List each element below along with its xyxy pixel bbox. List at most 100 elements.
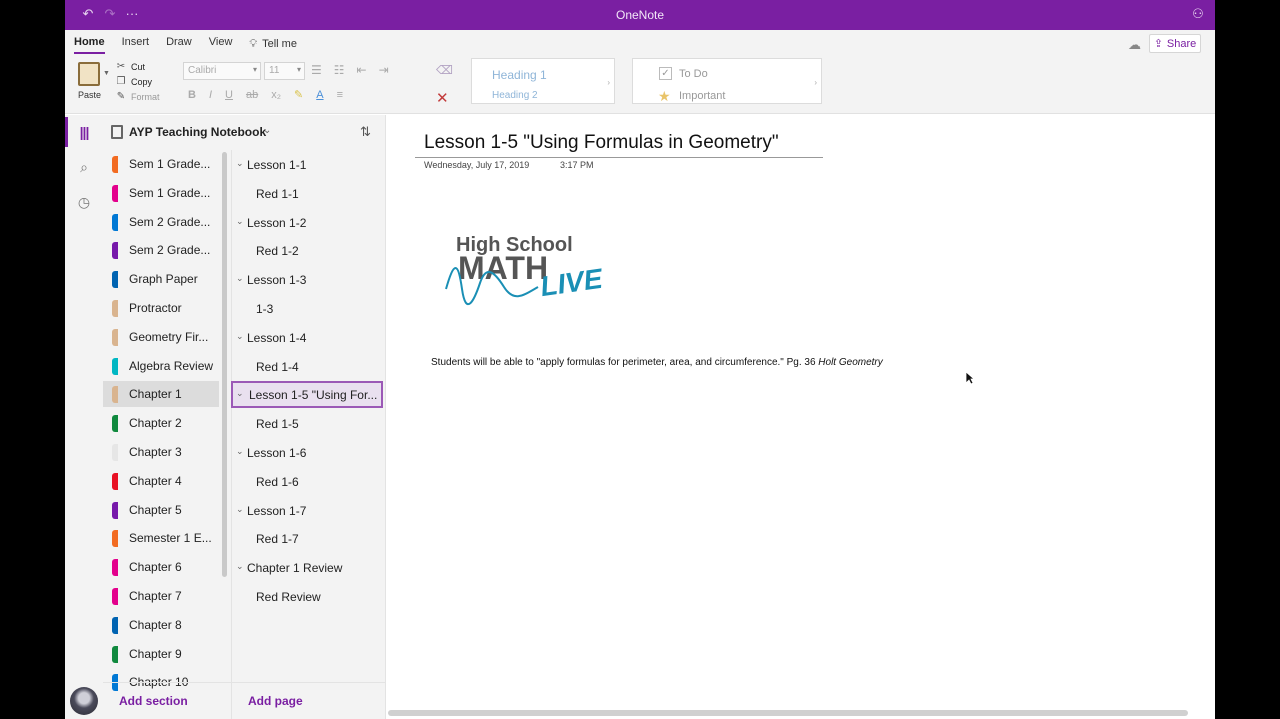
page-item[interactable]: Red Review xyxy=(231,583,383,610)
outdent-icon[interactable]: ⇤ xyxy=(357,63,367,77)
notebook-header[interactable]: AYP Teaching Notebook ⌄ ⇅ xyxy=(103,115,385,150)
format-painter-button[interactable]: ✎ Format xyxy=(115,91,160,102)
font-color-icon[interactable]: A xyxy=(316,89,323,101)
page-item[interactable]: Red 1-4 xyxy=(231,353,383,380)
underline-icon[interactable]: U xyxy=(225,89,233,101)
section-item[interactable]: Chapter 8 xyxy=(103,612,219,638)
tags-gallery[interactable]: ✓ To Do ★ Important › xyxy=(632,58,822,104)
italic-icon[interactable]: I xyxy=(209,89,212,101)
eraser-icon[interactable]: ⌫ xyxy=(436,63,453,77)
style-heading1[interactable]: Heading 1 xyxy=(492,68,547,82)
section-item[interactable]: Chapter 2 xyxy=(103,410,219,436)
styles-gallery[interactable]: Heading 1 Heading 2 › xyxy=(471,58,615,104)
page-item[interactable]: ⌄ Lesson 1-3 xyxy=(231,266,383,293)
section-item[interactable]: Chapter 1 xyxy=(103,381,219,408)
page-item[interactable]: ⌄ Lesson 1-1 xyxy=(231,151,383,178)
section-item[interactable]: Graph Paper xyxy=(103,266,219,292)
cut-button[interactable]: ✂ Cut xyxy=(115,61,145,72)
tag-todo[interactable]: To Do xyxy=(679,68,708,80)
chevron-down-icon[interactable]: ⌄ xyxy=(236,216,244,227)
page-item[interactable]: ⌄ Lesson 1-4 xyxy=(231,324,383,351)
tab-draw[interactable]: Draw xyxy=(166,35,192,53)
page-item[interactable]: Red 1-2 xyxy=(231,237,383,264)
page-time: 3:17 PM xyxy=(560,160,594,170)
copy-label: Copy xyxy=(131,76,153,87)
copy-button[interactable]: ❐ Copy xyxy=(115,76,153,87)
page-item[interactable]: Red 1-7 xyxy=(231,525,383,552)
profile-switch-icon[interactable]: ⚇ xyxy=(1191,7,1205,21)
section-item[interactable]: Sem 2 Grade... xyxy=(103,237,219,263)
recent-clock-icon[interactable]: ◷ xyxy=(74,192,94,212)
avatar[interactable] xyxy=(70,687,98,715)
tag-important[interactable]: Important xyxy=(679,90,725,102)
section-item[interactable]: Chapter 3 xyxy=(103,439,219,465)
strikethrough-icon[interactable]: ab xyxy=(246,89,258,101)
share-button[interactable]: ⇪ Share xyxy=(1149,34,1201,53)
page-canvas[interactable]: Lesson 1-5 "Using Formulas in Geometry" … xyxy=(385,115,1215,719)
page-item[interactable]: Red 1-5 xyxy=(231,410,383,437)
page-item[interactable]: 1-3 xyxy=(231,295,383,322)
highlight-icon[interactable]: ✎ xyxy=(294,88,303,101)
sort-icon[interactable]: ⇅ xyxy=(360,124,371,140)
tab-insert[interactable]: Insert xyxy=(122,35,150,53)
section-item[interactable]: Protractor xyxy=(103,295,219,321)
numbering-icon[interactable]: ☷ xyxy=(334,63,345,77)
font-name-select[interactable]: Calibri ▾ xyxy=(183,62,261,80)
tab-home[interactable]: Home xyxy=(74,35,105,54)
paste-button[interactable]: Paste xyxy=(78,90,101,100)
page-item[interactable]: ⌄ Lesson 1-5 "Using For... xyxy=(231,381,383,409)
chevron-down-icon[interactable]: ⌄ xyxy=(236,331,244,342)
section-item[interactable]: Sem 1 Grade... xyxy=(103,151,219,177)
page-item[interactable]: ⌄ Chapter 1 Review xyxy=(231,554,383,581)
paste-dropdown-icon[interactable]: ▼ xyxy=(103,70,110,77)
chevron-down-icon[interactable]: ⌄ xyxy=(236,273,244,284)
page-item[interactable]: ⌄ Lesson 1-6 xyxy=(231,439,383,466)
section-item[interactable]: Chapter 4 xyxy=(103,468,219,494)
paste-icon[interactable] xyxy=(78,62,100,86)
sections-scrollbar[interactable] xyxy=(222,152,227,577)
page-item[interactable]: ⌄ Lesson 1-2 xyxy=(231,209,383,236)
search-icon[interactable]: ⌕ xyxy=(74,157,94,177)
align-icon[interactable]: ≡ xyxy=(337,89,343,101)
bold-icon[interactable]: B xyxy=(188,89,196,101)
add-section-button[interactable]: Add section xyxy=(119,694,188,708)
high-school-math-live-logo[interactable]: High School MATH LIVE xyxy=(444,231,626,307)
indent-icon[interactable]: ⇥ xyxy=(379,63,389,77)
chevron-down-icon[interactable]: ⌄ xyxy=(236,158,244,169)
font-size-select[interactable]: 11 ▾ xyxy=(264,62,305,80)
section-item[interactable]: Geometry Fir... xyxy=(103,324,219,350)
section-item[interactable]: Algebra Review xyxy=(103,353,219,379)
chevron-down-icon[interactable]: ⌄ xyxy=(236,388,244,399)
section-item[interactable]: Chapter 9 xyxy=(103,641,219,667)
chevron-down-icon[interactable]: ⌄ xyxy=(236,561,244,572)
chevron-right-icon[interactable]: › xyxy=(814,78,817,87)
sync-status-icon[interactable]: ☁ xyxy=(1128,37,1141,53)
chevron-down-icon[interactable]: ⌄ xyxy=(236,504,244,515)
section-item[interactable]: Chapter 6 xyxy=(103,554,219,580)
horizontal-scrollbar[interactable] xyxy=(388,710,1188,716)
section-color-tab xyxy=(112,530,118,548)
chevron-right-icon[interactable]: › xyxy=(607,78,610,87)
section-item[interactable]: Chapter 7 xyxy=(103,583,219,609)
page-title[interactable]: Lesson 1-5 "Using Formulas in Geometry" xyxy=(424,132,779,154)
section-item[interactable]: Chapter 5 xyxy=(103,497,219,523)
tab-view[interactable]: View xyxy=(209,35,233,53)
chevron-down-icon[interactable]: ⌄ xyxy=(236,446,244,457)
bullets-icon[interactable]: ☰ xyxy=(311,63,322,77)
page-item[interactable]: Red 1-1 xyxy=(231,180,383,207)
section-item[interactable]: Sem 2 Grade... xyxy=(103,209,219,235)
tell-me-label: Tell me xyxy=(262,38,297,50)
subscript-icon[interactable]: x₂ xyxy=(271,89,281,101)
notebooks-icon[interactable]: ||| xyxy=(74,122,94,142)
tell-me-button[interactable]: 💡︎ Tell me xyxy=(249,35,297,53)
section-item[interactable]: Semester 1 E... xyxy=(103,525,219,551)
chevron-down-icon[interactable]: ⌄ xyxy=(263,125,271,136)
section-item[interactable]: Sem 1 Grade... xyxy=(103,180,219,206)
add-page-button[interactable]: Add page xyxy=(248,694,303,708)
learning-objective-text[interactable]: Students will be able to "apply formulas… xyxy=(431,357,883,368)
page-item[interactable]: ⌄ Lesson 1-7 xyxy=(231,497,383,524)
page-item[interactable]: Red 1-6 xyxy=(231,468,383,495)
clear-formatting-icon[interactable]: ✕ xyxy=(436,89,449,107)
notebook-title[interactable]: AYP Teaching Notebook xyxy=(129,125,266,139)
style-heading2[interactable]: Heading 2 xyxy=(492,90,538,101)
